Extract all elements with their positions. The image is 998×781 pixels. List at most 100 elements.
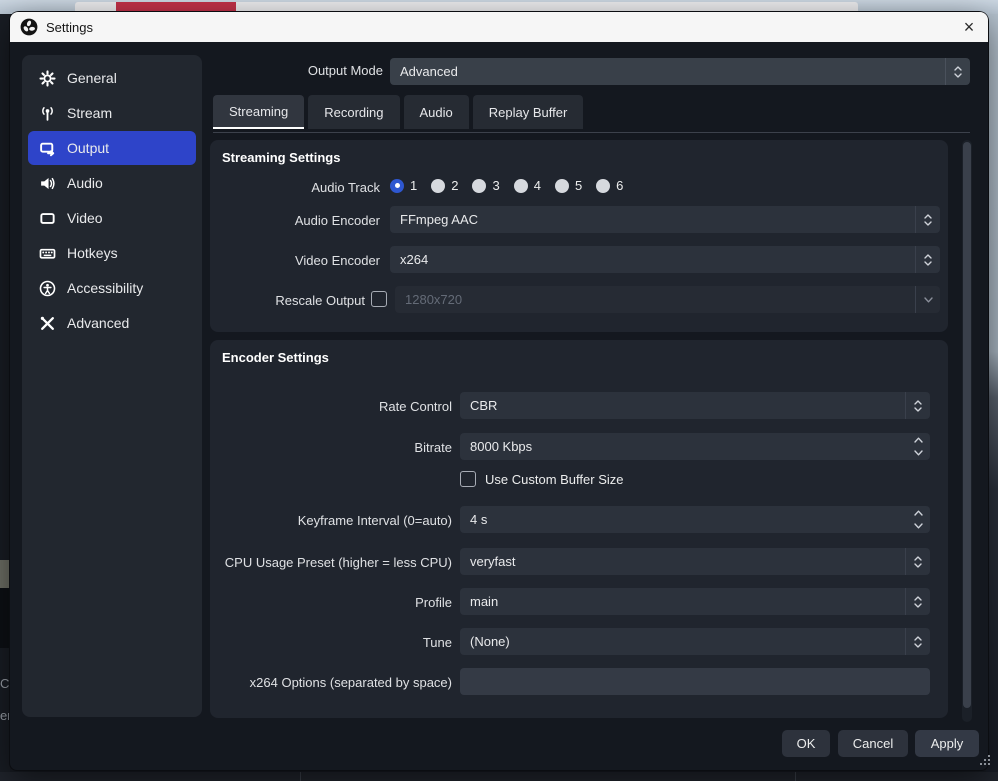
combo-arrow-down-icon [915, 286, 940, 313]
keyframe-interval-spinbox[interactable]: 4 s [460, 506, 930, 533]
spinbox-arrows-icon[interactable] [906, 506, 930, 533]
output-mode-value: Advanced [390, 64, 945, 79]
rescale-resolution-select[interactable]: 1280x720 [395, 286, 940, 313]
close-button[interactable]: × [952, 12, 986, 42]
backdrop-text-fragment: Ca [0, 676, 10, 691]
keyframe-interval-label: Keyframe Interval (0=auto) [210, 513, 452, 528]
cpu-preset-value: veryfast [460, 554, 905, 569]
sidebar-item-label: Hotkeys [67, 245, 118, 261]
audio-track-option[interactable]: 6 [596, 178, 623, 193]
backdrop-divider [795, 772, 796, 781]
backdrop-divider [300, 772, 301, 781]
backdrop-text-fragment: er [0, 708, 10, 723]
content-scrollbar[interactable] [962, 140, 972, 722]
radio-icon[interactable] [596, 179, 610, 193]
tab-replay-buffer[interactable]: Replay Buffer [473, 95, 584, 129]
radio-label: 1 [410, 178, 417, 193]
audio-encoder-select[interactable]: FFmpeg AAC [390, 206, 940, 233]
rescale-resolution-value: 1280x720 [395, 292, 915, 307]
x264-options-label: x264 Options (separated by space) [210, 675, 452, 690]
cpu-preset-select[interactable]: veryfast [460, 548, 930, 575]
tab-streaming[interactable]: Streaming [213, 95, 304, 129]
radio-label: 5 [575, 178, 582, 193]
keyboard-icon [39, 245, 56, 262]
tune-select[interactable]: (None) [460, 628, 930, 655]
dialog-title: Settings [46, 20, 93, 35]
rate-control-value: CBR [460, 398, 905, 413]
keyframe-interval-value: 4 s [460, 512, 906, 527]
rescale-output-label: Rescale Output [210, 293, 365, 308]
tab-recording[interactable]: Recording [308, 95, 399, 129]
title-bar: Settings × [10, 12, 988, 42]
radio-label: 2 [451, 178, 458, 193]
radio-icon[interactable] [431, 179, 445, 193]
sidebar-item-label: Stream [67, 105, 112, 121]
apply-button[interactable]: Apply [915, 730, 979, 757]
audio-track-option[interactable]: 2 [431, 178, 458, 193]
rate-control-select[interactable]: CBR [460, 392, 930, 419]
combo-arrows-icon [905, 588, 930, 615]
sidebar-item-label: Video [67, 210, 103, 226]
sidebar-item-output[interactable]: Output [28, 131, 196, 165]
rescale-output-checkbox[interactable] [371, 291, 387, 307]
tune-value: (None) [460, 634, 905, 649]
radio-label: 3 [492, 178, 499, 193]
sidebar-item-general[interactable]: General [28, 61, 196, 95]
sidebar-item-label: General [67, 70, 117, 86]
audio-track-option[interactable]: 1 [390, 178, 417, 193]
tab-separator [213, 132, 970, 133]
spinbox-arrows-icon[interactable] [906, 433, 930, 460]
x264-options-input[interactable] [460, 668, 930, 695]
combo-arrows-icon [905, 392, 930, 419]
output-mode-label: Output Mode [210, 63, 383, 78]
output-icon [39, 140, 56, 157]
backdrop-left-block [0, 560, 10, 588]
ok-button[interactable]: OK [782, 730, 830, 757]
tab-audio[interactable]: Audio [404, 95, 469, 129]
combo-arrows-icon [905, 548, 930, 575]
backdrop-left-dark [0, 588, 10, 648]
audio-track-option[interactable]: 3 [472, 178, 499, 193]
radio-icon[interactable] [472, 179, 486, 193]
streaming-settings-panel: Streaming Settings Audio Track 1 2 3 4 5… [210, 140, 948, 332]
radio-label: 4 [534, 178, 541, 193]
scrollbar-thumb[interactable] [963, 142, 971, 708]
audio-track-option[interactable]: 4 [514, 178, 541, 193]
output-tabs: Streaming Recording Audio Replay Buffer [213, 95, 583, 129]
gear-icon [39, 70, 56, 87]
audio-encoder-label: Audio Encoder [210, 213, 380, 228]
speaker-icon [39, 175, 56, 192]
sidebar-item-advanced[interactable]: Advanced [28, 306, 196, 340]
output-mode-select[interactable]: Advanced [390, 58, 970, 85]
accessibility-icon [39, 280, 56, 297]
cpu-preset-label: CPU Usage Preset (higher = less CPU) [210, 555, 452, 570]
radio-icon[interactable] [555, 179, 569, 193]
cancel-button[interactable]: Cancel [838, 730, 908, 757]
profile-select[interactable]: main [460, 588, 930, 615]
sidebar-item-accessibility[interactable]: Accessibility [28, 271, 196, 305]
custom-buffer-checkbox[interactable] [460, 471, 476, 487]
combo-arrows-icon [915, 246, 940, 273]
combo-arrows-icon [915, 206, 940, 233]
audio-track-radios: 1 2 3 4 5 6 [390, 178, 637, 193]
radio-icon[interactable] [514, 179, 528, 193]
audio-track-option[interactable]: 5 [555, 178, 582, 193]
use-custom-buffer-row[interactable]: Use Custom Buffer Size [460, 471, 623, 487]
settings-sidebar: General Stream Output Audio [22, 55, 202, 717]
sidebar-item-hotkeys[interactable]: Hotkeys [28, 236, 196, 270]
section-title: Encoder Settings [222, 350, 329, 365]
radio-selected-icon[interactable] [390, 179, 404, 193]
video-encoder-label: Video Encoder [210, 253, 380, 268]
combo-arrows-icon [905, 628, 930, 655]
bitrate-spinbox[interactable]: 8000 Kbps [460, 433, 930, 460]
resize-grip[interactable] [980, 763, 982, 765]
audio-track-label: Audio Track [210, 180, 380, 195]
audio-encoder-value: FFmpeg AAC [390, 212, 915, 227]
sidebar-item-label: Accessibility [67, 280, 143, 296]
sidebar-item-audio[interactable]: Audio [28, 166, 196, 200]
bitrate-value: 8000 Kbps [460, 439, 906, 454]
sidebar-item-label: Audio [67, 175, 103, 191]
video-encoder-select[interactable]: x264 [390, 246, 940, 273]
sidebar-item-video[interactable]: Video [28, 201, 196, 235]
sidebar-item-stream[interactable]: Stream [28, 96, 196, 130]
